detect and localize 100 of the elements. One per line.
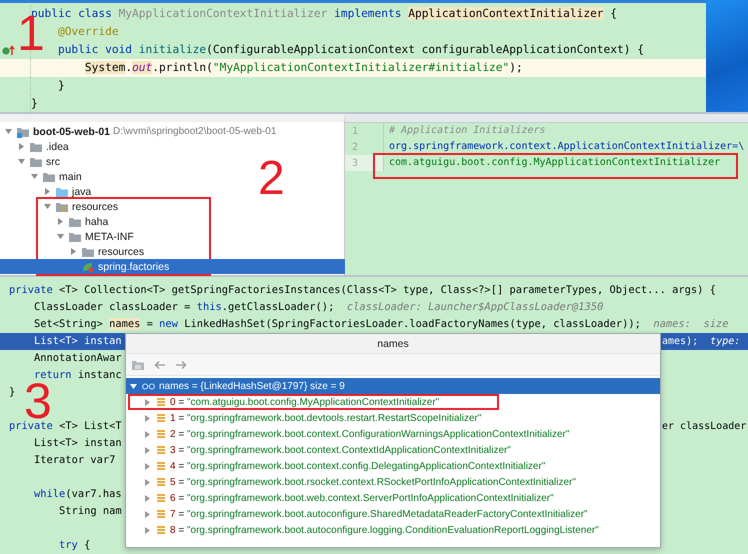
- folder-icon: [29, 156, 43, 168]
- folder-icon: [68, 230, 82, 242]
- leaf-file-icon: [81, 260, 95, 272]
- expanded-caret-icon[interactable]: [129, 382, 138, 390]
- tree-item-label: main: [59, 170, 82, 182]
- stack-icon: [156, 477, 166, 487]
- tree-item[interactable]: haha: [0, 214, 112, 229]
- tree-item[interactable]: 3 = "org.springframework.boot.context.ContextIdApplicationContextInitializer": [128, 442, 513, 458]
- tree-item[interactable]: names = {LinkedHashSet@1797} size = 9: [126, 378, 660, 394]
- tree-item[interactable]: 2 = "org.springframework.boot.context.ConfigurationWarningsApplicationContextInitializer": [128, 426, 572, 442]
- list-entry: 4 = "org.springframework.boot.context.config.DelegatingApplicationContextInitializer": [170, 460, 546, 472]
- tree-item[interactable]: 4 = "org.springframework.boot.context.config.DelegatingApplicationContextInitializer": [128, 458, 548, 474]
- tree-item-label: resources: [72, 200, 118, 212]
- expanded-caret-icon[interactable]: [30, 172, 39, 181]
- code-fragment: ames); type:: [662, 336, 742, 346]
- tree-item-label: resources: [98, 246, 144, 258]
- collapsed-caret-icon[interactable]: [143, 414, 152, 422]
- code-line: AnnotationAwar: [33, 353, 122, 364]
- tree-item[interactable]: src: [0, 154, 64, 169]
- tree-item[interactable]: 8 = "org.springframework.boot.autoconfigure.logging.ConditionEvaluationReportLoggingListener": [128, 522, 601, 538]
- list-entry: 2 = "org.springframework.boot.context.ConfigurationWarningsApplicationContextInitializer": [170, 428, 570, 440]
- expanded-caret-icon[interactable]: [17, 157, 26, 166]
- stack-icon: [156, 429, 166, 439]
- tree-item[interactable]: resources: [0, 199, 122, 214]
- code-fragment: er classLoader: [662, 422, 748, 432]
- list-entry: 3 = "org.springframework.boot.context.ContextIdApplicationContextInitializer": [170, 444, 511, 456]
- collapsed-caret-icon[interactable]: [56, 217, 65, 226]
- tree-item[interactable]: spring.factories: [0, 259, 345, 274]
- list-entry: 5 = "org.springframework.boot.rsocket.context.RSocketPortInfoApplicationContextInitializer": [170, 476, 576, 488]
- tree-item[interactable]: resources: [0, 244, 148, 259]
- stack-icon: [156, 493, 166, 503]
- code-line: while(var7.has: [33, 489, 122, 500]
- code-line: }: [9, 387, 16, 398]
- code-line: }: [31, 98, 38, 110]
- code-line: try {: [58, 540, 90, 551]
- tree-item[interactable]: 5 = "org.springframework.boot.rsocket.context.RSocketPortInfoApplicationContextInitializer": [128, 474, 578, 490]
- code-line: org.springframework.context.ApplicationContextInitializer=\: [389, 142, 744, 152]
- code-line: List<T> instan: [33, 438, 122, 449]
- tree-item-label: .idea: [46, 140, 69, 152]
- forward-arrow-icon[interactable]: [175, 360, 187, 370]
- stack-icon: [156, 413, 166, 423]
- code-line: }: [56, 80, 65, 92]
- line-number: 1: [352, 126, 358, 136]
- tree-item[interactable]: 7 = "org.springframework.boot.autoconfigure.SharedMetadataReaderFactoryContextInitializer": [128, 506, 590, 522]
- folder-icon: [42, 170, 56, 182]
- tree-item[interactable]: META-INF: [0, 229, 138, 244]
- list-entry: 7 = "org.springframework.boot.autoconfigure.SharedMetadataReaderFactoryContextInitializer": [170, 508, 588, 520]
- stack-icon: [156, 445, 166, 455]
- back-arrow-icon[interactable]: [154, 360, 166, 370]
- tree-item[interactable]: java: [0, 184, 96, 199]
- collapsed-caret-icon[interactable]: [17, 142, 26, 151]
- tree-item-label: META-INF: [85, 230, 134, 242]
- code-line: # Application Initializers: [389, 126, 546, 136]
- list-entry: 6 = "org.springframework.boot.web.context.ServerPortInfoApplicationContextInitializer": [170, 492, 554, 504]
- popup-title: names: [126, 334, 660, 354]
- tree-item[interactable]: main: [0, 169, 86, 184]
- collapsed-caret-icon[interactable]: [143, 526, 152, 534]
- code-line: private <T> List<T: [9, 421, 122, 432]
- tree-item[interactable]: 6 = "org.springframework.boot.web.context.ServerPortInfoApplicationContextInitializer": [128, 490, 556, 506]
- project-path: D:\wvmi\springboot2\boot-05-web-01: [113, 126, 276, 137]
- expanded-caret-icon[interactable]: [56, 232, 65, 241]
- folder-icon: [29, 140, 43, 152]
- tree-item-label: java: [72, 186, 92, 198]
- tree-item[interactable]: .idea: [0, 139, 73, 154]
- collapsed-caret-icon[interactable]: [143, 430, 152, 438]
- list-entry: 0 = "com.atguigu.boot.config.MyApplicationContextInitializer": [170, 396, 440, 408]
- stack-icon: [156, 397, 166, 407]
- code-line: public void initialize(ConfigurableApplicationContext configurableApplicationContext) {: [56, 44, 644, 56]
- code-line: Set<String> names = new LinkedHashSet(SpringFactoriesLoader.loadFactoryNames(type, classLoader)); names: size: [33, 319, 728, 330]
- list-entry: 1 = "org.springframework.boot.devtools.restart.RestartScopeInitializer": [170, 412, 482, 424]
- folder-icon[interactable]: [131, 358, 145, 370]
- code-line: ClassLoader classLoader = this.getClassLoader(); classLoader: Launcher$AppClassLoader@1350: [33, 302, 604, 313]
- folder-icon: [68, 216, 82, 228]
- collapsed-caret-icon[interactable]: [143, 478, 152, 486]
- tree-item-label: src: [46, 156, 60, 168]
- line-number: 3: [352, 158, 358, 168]
- glasses-icon: [142, 382, 155, 390]
- code-line: return instanc: [33, 370, 122, 381]
- module-folder-icon: [16, 126, 30, 138]
- collapsed-caret-icon[interactable]: [143, 462, 152, 470]
- collapsed-caret-icon[interactable]: [143, 446, 152, 454]
- collapsed-caret-icon[interactable]: [143, 398, 152, 406]
- expanded-caret-icon[interactable]: [43, 202, 52, 211]
- stack-icon: [156, 509, 166, 519]
- collapsed-caret-icon[interactable]: [69, 247, 78, 256]
- expanded-caret-icon[interactable]: [4, 127, 13, 136]
- collapsed-caret-icon[interactable]: [43, 187, 52, 196]
- collapsed-caret-icon[interactable]: [143, 494, 152, 502]
- code-line: List<T> instan: [33, 336, 122, 347]
- tree-item[interactable]: boot-05-web-01 D:\wvmi\springboot2\boot-05-web-01: [0, 124, 280, 139]
- tree-item[interactable]: 0 = "com.atguigu.boot.config.MyApplicationContextInitializer": [128, 394, 499, 410]
- tree-item-label: boot-05-web-01: [33, 126, 110, 138]
- override-marker-icon[interactable]: [2, 44, 15, 56]
- collapsed-caret-icon[interactable]: [143, 510, 152, 518]
- tree-item[interactable]: 1 = "org.springframework.boot.devtools.restart.RestartScopeInitializer": [128, 410, 484, 426]
- stack-icon: [156, 461, 166, 471]
- stack-icon: [156, 525, 166, 535]
- step-number: 3: [24, 381, 52, 421]
- line-number: 2: [352, 142, 358, 152]
- folder-icon: [55, 186, 69, 198]
